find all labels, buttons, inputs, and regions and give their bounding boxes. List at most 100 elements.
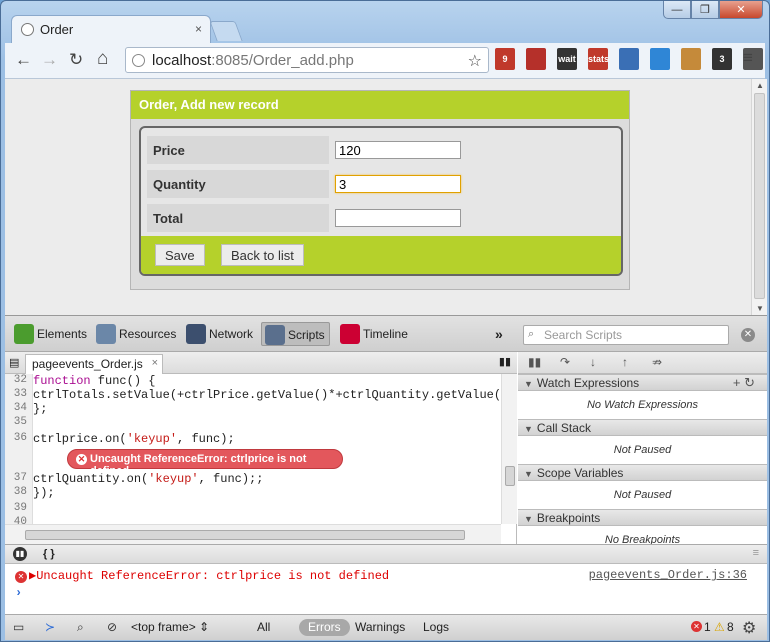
tab-resources-label: Resources bbox=[119, 327, 177, 341]
tab-scripts[interactable]: Scripts bbox=[261, 322, 330, 346]
sidebar-section-header[interactable]: ▼ Call Stack bbox=[518, 419, 767, 436]
pause-icon[interactable]: ▮▮ bbox=[528, 355, 541, 369]
sidebar-section-header[interactable]: ▼ Watch Expressions + ↻ bbox=[518, 374, 767, 391]
pretty-print-icon[interactable]: { } bbox=[43, 548, 55, 560]
search-scripts-input[interactable]: ⌕ Search Scripts bbox=[523, 325, 729, 345]
line-number[interactable]: 34 bbox=[5, 402, 27, 414]
maximize-button[interactable]: ❐ bbox=[691, 1, 719, 19]
toggle-debugger-icon[interactable]: ▮▮ bbox=[499, 355, 511, 368]
tab-timeline[interactable]: Timeline bbox=[337, 322, 412, 346]
panel-title: Order, Add new record bbox=[131, 91, 629, 119]
inspect-icon[interactable]: ⌕ bbox=[77, 620, 84, 635]
inline-error-bubble: ✕ Uncaught ReferenceError: ctrlprice is … bbox=[67, 449, 343, 477]
line-number[interactable]: 40 bbox=[5, 516, 27, 524]
file-tab[interactable]: pageevents_Order.js × bbox=[25, 354, 163, 374]
tab-close-icon[interactable]: × bbox=[195, 22, 202, 36]
tab-network[interactable]: Network bbox=[183, 322, 257, 346]
expand-triangle-icon[interactable]: ▼ bbox=[524, 514, 533, 524]
back-to-list-button[interactable]: Back to list bbox=[221, 244, 304, 266]
quantity-input[interactable] bbox=[335, 175, 461, 193]
wp-wait-extension-icon[interactable]: wait bbox=[557, 48, 577, 70]
step-over-icon[interactable]: ↷ bbox=[560, 355, 570, 369]
price-input[interactable] bbox=[335, 141, 461, 159]
step-into-icon[interactable]: ↓ bbox=[590, 355, 596, 369]
resize-grip-icon[interactable]: ≡ bbox=[753, 547, 759, 559]
warning-count[interactable]: 8 bbox=[727, 620, 734, 634]
console-toggle-icon[interactable]: ≻ bbox=[45, 620, 55, 634]
more-tabs-icon[interactable]: » bbox=[495, 326, 503, 342]
scroll-up-icon[interactable]: ▲ bbox=[756, 81, 764, 90]
browser-window: Order × — ❐ ✕ ← → ↻ ⌂ localhost:8085/Ord… bbox=[0, 0, 770, 642]
warning-icon: ⚠ bbox=[714, 620, 725, 634]
clipper-extension-icon[interactable]: 9 bbox=[495, 48, 515, 70]
gear-icon[interactable]: ⚙ bbox=[742, 618, 756, 638]
line-number[interactable]: 36 bbox=[5, 432, 27, 444]
tab-resources[interactable]: Resources bbox=[93, 322, 180, 346]
forward-arrow-icon[interactable]: → bbox=[41, 50, 58, 70]
wrench-menu-icon[interactable]: ≡ bbox=[743, 48, 753, 68]
file-tab-bar: ▤ pageevents_Order.js × ▮▮ bbox=[5, 352, 517, 374]
devtools-close-icon[interactable]: ✕ bbox=[741, 328, 755, 342]
address-bar[interactable]: localhost:8085/Order_add.php ☆ bbox=[125, 47, 489, 73]
expand-triangle-icon[interactable]: ▼ bbox=[524, 379, 533, 389]
chart-extension-icon[interactable] bbox=[619, 48, 639, 70]
pause-on-exceptions-icon[interactable]: ▮▮ bbox=[13, 547, 27, 561]
console[interactable]: ✕ ▶Uncaught ReferenceError: ctrlprice is … bbox=[5, 564, 767, 614]
save-button[interactable]: Save bbox=[155, 244, 205, 266]
expand-triangle-icon[interactable]: ▼ bbox=[524, 469, 533, 479]
minimize-button[interactable]: — bbox=[663, 1, 691, 19]
expand-triangle-icon[interactable]: ▼ bbox=[524, 424, 533, 434]
file-tab-close-icon[interactable]: × bbox=[152, 357, 158, 369]
line-number[interactable]: 39 bbox=[5, 502, 27, 514]
line-number[interactable]: 35 bbox=[5, 416, 27, 428]
browser-tab[interactable]: Order × bbox=[11, 15, 211, 43]
filter-logs[interactable]: Logs bbox=[423, 620, 449, 634]
code-hscrollbar-thumb[interactable] bbox=[25, 530, 465, 540]
tab-elements[interactable]: Elements bbox=[11, 322, 91, 346]
sidebar-section-header[interactable]: ▼ Breakpoints bbox=[518, 509, 767, 526]
code-scrollbar[interactable] bbox=[501, 374, 517, 524]
reload-icon[interactable]: ↻ bbox=[69, 50, 83, 70]
stats-extension-icon[interactable]: stats bbox=[588, 48, 609, 70]
total-input[interactable] bbox=[335, 209, 461, 227]
navigator-icon[interactable]: ▤ bbox=[9, 356, 19, 369]
error-count[interactable]: 1 bbox=[704, 620, 711, 634]
dock-icon[interactable]: ▭ bbox=[13, 620, 24, 634]
step-out-icon[interactable]: ↑ bbox=[622, 355, 628, 369]
code-text: ctrlQuantity.on('keyup', func);; bbox=[33, 472, 264, 486]
new-tab-button[interactable] bbox=[209, 21, 243, 41]
filter-warnings[interactable]: Warnings bbox=[355, 620, 405, 634]
frame-selector[interactable]: <top frame> ⇕ bbox=[131, 620, 209, 634]
bookmark-star-icon[interactable]: ☆ bbox=[468, 51, 482, 71]
back-arrow-icon[interactable]: ← bbox=[15, 50, 32, 70]
add-refresh-watch-icon[interactable]: + ↻ bbox=[733, 375, 755, 391]
line-number[interactable]: 32 bbox=[5, 374, 27, 386]
clear-console-icon[interactable]: ⊘ bbox=[107, 620, 117, 634]
edit-extension-icon[interactable] bbox=[650, 48, 670, 70]
page-scrollbar[interactable]: ▲ ▼ bbox=[751, 79, 767, 315]
close-button[interactable]: ✕ bbox=[719, 1, 763, 19]
scroll-down-icon[interactable]: ▼ bbox=[756, 304, 764, 313]
code-scrollbar-thumb[interactable] bbox=[505, 466, 515, 486]
code-horizontal-scrollbar[interactable] bbox=[5, 524, 501, 544]
line-number[interactable]: 38 bbox=[5, 486, 27, 498]
form-button-bar: Save Back to list bbox=[141, 236, 621, 274]
console-prompt-icon[interactable]: › bbox=[15, 586, 22, 600]
line-number[interactable]: 33 bbox=[5, 388, 27, 400]
sidebar-section-header[interactable]: ▼ Scope Variables bbox=[518, 464, 767, 481]
deactivate-breakpoints-icon[interactable]: ⇏ bbox=[652, 355, 662, 369]
scrollbar-thumb[interactable] bbox=[754, 93, 765, 299]
tab-title: Order bbox=[40, 22, 74, 37]
filter-errors[interactable]: Errors bbox=[299, 619, 350, 636]
filter-all[interactable]: All bbox=[257, 620, 270, 634]
code-editor[interactable]: 32 function func() {33 ctrlTotals.setValue… bbox=[5, 374, 501, 524]
code-text: ctrlTotals.setValue(+ctrlPrice.getValue(… bbox=[33, 388, 501, 402]
network-icon bbox=[186, 324, 206, 344]
console-source-link[interactable]: pageevents_Order.js:36 bbox=[589, 568, 747, 582]
line-number[interactable]: 37 bbox=[5, 472, 27, 484]
home-icon[interactable]: ⌂ bbox=[97, 48, 108, 70]
bookmark-extension-icon[interactable] bbox=[526, 48, 546, 70]
cookie-extension-icon[interactable] bbox=[681, 48, 701, 70]
counter-extension-icon[interactable]: 3 bbox=[712, 48, 732, 70]
quantity-row: Quantity bbox=[147, 170, 617, 198]
